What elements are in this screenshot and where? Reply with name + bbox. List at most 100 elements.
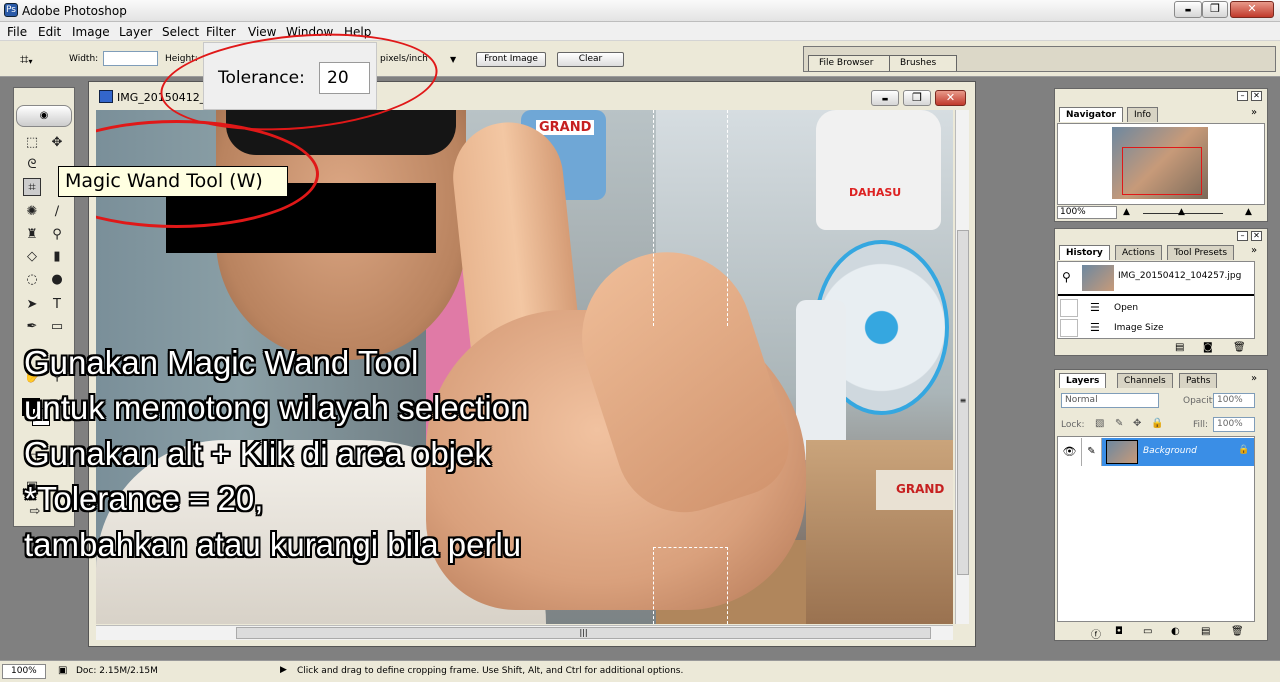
tab-paths[interactable]: Paths (1179, 373, 1218, 388)
menu-bar: File Edit Image Layer Select Filter View… (0, 22, 1280, 41)
new-group-icon[interactable]: ▭ (1143, 626, 1152, 637)
instruction-line: tambahkan atau kurangi bila perlu (24, 525, 522, 563)
close-button[interactable]: ✕ (1230, 1, 1274, 18)
chevron-down-icon[interactable]: ▼ (450, 55, 456, 64)
doc-maximize-button[interactable]: ❐ (903, 90, 931, 106)
snapshot-camera-icon[interactable]: ◙ (1203, 342, 1213, 353)
menu-select[interactable]: Select (162, 25, 199, 39)
navigator-palette: – ✕ Navigator Info » 100% ▲ ▲ ▲ (1054, 88, 1268, 222)
status-info-icon[interactable]: ▣ (58, 665, 67, 676)
layer-row-background[interactable]: 👁 ✎ Background 🔒 (1058, 438, 1254, 466)
palette-minimize-icon[interactable]: – (1237, 91, 1248, 101)
crop-icon[interactable]: ⌗ (23, 178, 41, 196)
status-bar: 100% ▣ Doc: 2.15M/2.15M ▶ Click and drag… (0, 660, 1280, 682)
tab-channels[interactable]: Channels (1117, 373, 1173, 388)
brush-icon[interactable]: ✎ (1082, 438, 1102, 466)
history-item-open[interactable]: Open (1114, 303, 1138, 313)
tab-navigator[interactable]: Navigator (1059, 107, 1123, 122)
shape-icon[interactable]: ▭ (48, 318, 66, 336)
tab-tool-presets[interactable]: Tool Presets (1167, 245, 1235, 260)
tab-layers[interactable]: Layers (1059, 373, 1107, 388)
pen-icon[interactable]: ✒ (23, 318, 41, 336)
new-layer-icon[interactable]: ▤ (1201, 626, 1210, 637)
lock-all-icon[interactable]: 🔒 (1151, 418, 1163, 429)
status-hint: Click and drag to define cropping frame.… (297, 666, 684, 676)
minimize-button[interactable]: ▬ (1174, 1, 1202, 18)
menu-layer[interactable]: Layer (119, 25, 152, 39)
lock-icon: 🔒 (1238, 445, 1250, 455)
menu-file[interactable]: File (7, 25, 27, 39)
healing-icon[interactable]: ✺ (23, 203, 41, 221)
trash-icon[interactable]: 🗑 (1231, 626, 1244, 637)
horizontal-scrollbar[interactable]: ||| (96, 625, 953, 640)
menu-filter[interactable]: Filter (206, 25, 236, 39)
selection-marquee (653, 547, 728, 624)
selection-marquee (653, 110, 728, 326)
clear-button[interactable]: Clear (557, 52, 624, 67)
new-document-icon[interactable]: ▤ (1175, 342, 1184, 353)
doc-close-button[interactable]: ✕ (935, 90, 966, 106)
marquee-icon[interactable]: ⬚ (23, 134, 41, 152)
lock-transparency-icon[interactable]: ▧ (1095, 418, 1104, 429)
tab-history[interactable]: History (1059, 245, 1110, 260)
stamp-icon[interactable]: ♜ (23, 226, 41, 244)
menu-image[interactable]: Image (72, 25, 110, 39)
tab-info[interactable]: Info (1127, 107, 1159, 122)
zoom-in-icon[interactable]: ▲ (1245, 207, 1252, 217)
path-select-icon[interactable]: ➤ (23, 296, 41, 314)
crop-tool-preset-icon[interactable]: ⌗▾ (20, 50, 42, 68)
layer-style-icon[interactable]: ⓕ (1091, 626, 1101, 641)
navigator-zoom-field[interactable]: 100% (1057, 206, 1117, 219)
eye-icon[interactable]: 👁 (1058, 438, 1082, 466)
adobe-online-icon[interactable]: ◉ (16, 105, 72, 127)
palette-close-icon[interactable]: ✕ (1251, 231, 1262, 241)
doc-minimize-button[interactable]: ▬ (871, 90, 899, 106)
palette-menu-icon[interactable]: » (1251, 373, 1257, 384)
status-arrow-icon[interactable]: ▶ (280, 665, 287, 675)
tab-actions[interactable]: Actions (1115, 245, 1162, 260)
lock-image-icon[interactable]: ✎ (1115, 418, 1123, 429)
front-image-button[interactable]: Front Image (476, 52, 546, 67)
eraser-icon[interactable]: ◇ (23, 248, 41, 266)
history-brush-source-icon[interactable]: ⚲ (1062, 270, 1071, 284)
palette-menu-icon[interactable]: » (1251, 245, 1257, 256)
width-label: Width: (69, 54, 99, 64)
adjustment-layer-icon[interactable]: ◐ (1171, 626, 1180, 637)
brush-icon[interactable]: ∕ (48, 203, 66, 221)
palette-minimize-icon[interactable]: – (1237, 231, 1248, 241)
move-icon[interactable]: ✥ (48, 134, 66, 152)
tab-file-browser[interactable]: File Browser (808, 55, 890, 71)
zoom-slider-handle[interactable]: ▲ (1178, 207, 1185, 217)
history-item-image-size[interactable]: Image Size (1114, 323, 1164, 333)
gradient-icon[interactable]: ▮ (48, 248, 66, 266)
tab-brushes[interactable]: Brushes (889, 55, 957, 71)
layer-mask-icon[interactable]: ◘ (1115, 626, 1123, 637)
instruction-line: Gunakan Magic Wand Tool (24, 344, 419, 381)
history-brush-icon[interactable]: ⚲ (48, 226, 66, 244)
maximize-button[interactable]: ❐ (1202, 1, 1228, 18)
blur-icon[interactable]: ◌ (23, 271, 41, 289)
scroll-thumb[interactable]: ||| (236, 627, 931, 639)
zoom-out-icon[interactable]: ▲ (1123, 207, 1130, 217)
opacity-field[interactable]: 100% (1213, 393, 1255, 408)
fill-field[interactable]: 100% (1213, 417, 1255, 432)
dodge-icon[interactable]: ● (48, 271, 66, 289)
history-state-icon: ☰ (1090, 301, 1100, 314)
layer-name[interactable]: Background (1143, 446, 1197, 456)
navigator-view-box[interactable] (1122, 147, 1202, 195)
lock-position-icon[interactable]: ✥ (1133, 418, 1141, 429)
blend-mode-select[interactable]: Normal (1061, 393, 1159, 408)
doc-size: Doc: 2.15M/2.15M (76, 666, 158, 676)
lasso-icon[interactable]: ᘓ (23, 156, 41, 174)
menu-edit[interactable]: Edit (38, 25, 61, 39)
trash-icon[interactable]: 🗑 (1233, 342, 1246, 353)
scroll-thumb[interactable]: ≡ (957, 230, 969, 575)
palette-close-icon[interactable]: ✕ (1251, 91, 1262, 101)
type-icon[interactable]: T (48, 296, 66, 314)
palette-menu-icon[interactable]: » (1251, 107, 1257, 118)
box-label: GRAND (896, 482, 945, 496)
history-snapshot[interactable]: IMG_20150412_104257.jpg (1118, 271, 1241, 281)
vertical-scrollbar[interactable]: ≡ (955, 110, 969, 624)
status-zoom-field[interactable]: 100% (2, 664, 46, 679)
width-field[interactable] (103, 51, 158, 66)
